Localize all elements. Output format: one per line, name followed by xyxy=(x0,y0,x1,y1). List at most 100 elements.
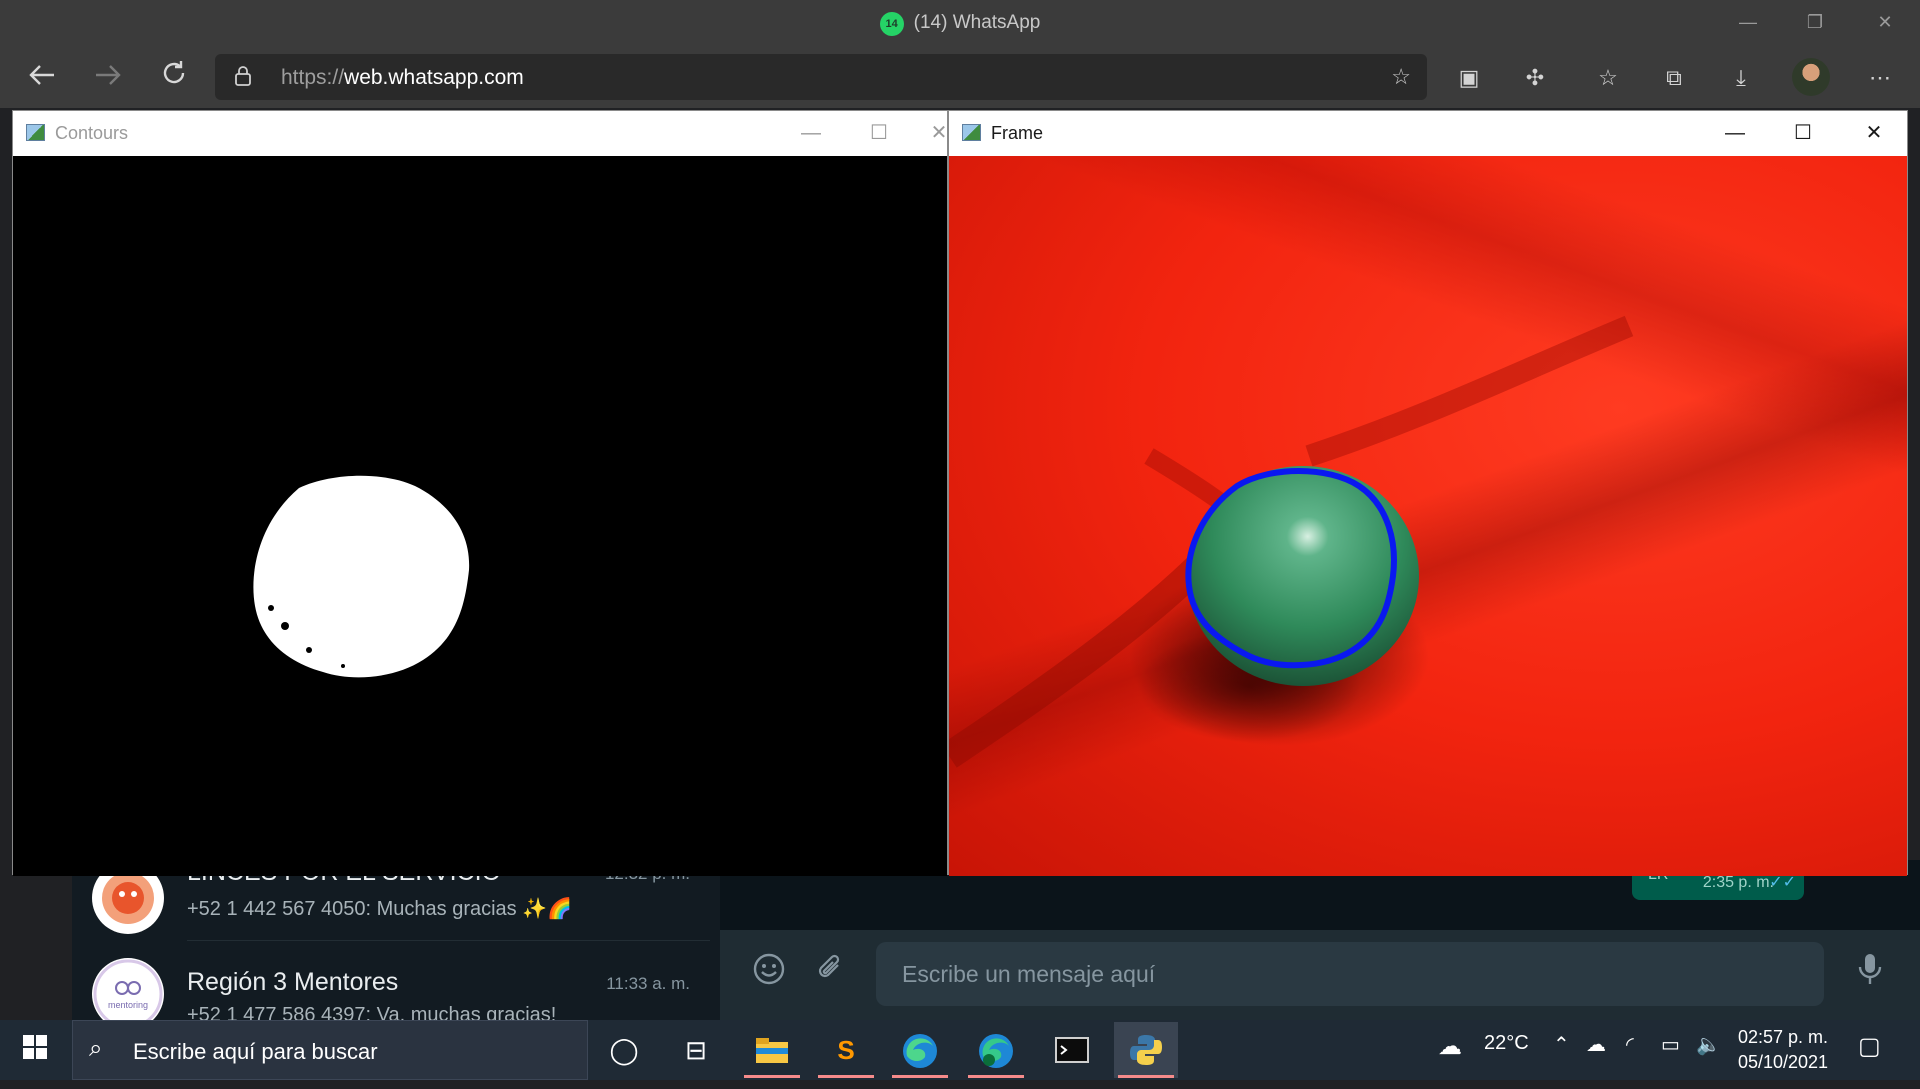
arrow-right-icon xyxy=(96,65,121,85)
browser-title-bar: 14 (14) WhatsApp — ❐ ✕ xyxy=(0,0,1920,50)
favorites-icon[interactable]: ☆ xyxy=(1590,60,1626,96)
paperclip-icon xyxy=(818,954,840,978)
clock-date: 05/10/2021 xyxy=(1737,1052,1829,1072)
emoji-button[interactable] xyxy=(747,952,791,996)
folder-icon xyxy=(756,1038,788,1063)
svg-text:mentoring: mentoring xyxy=(108,1000,148,1010)
url-text: https://web.whatsapp.com xyxy=(281,66,524,89)
opencv-window-icon xyxy=(962,124,981,141)
frame-title-bar: Frame — ☐ ✕ xyxy=(949,111,1907,156)
wifi-icon[interactable]: ◜ xyxy=(1626,1032,1634,1057)
extensions-icon[interactable]: ✣ xyxy=(1517,60,1553,96)
python-app[interactable] xyxy=(1114,1022,1178,1078)
contours-title: Contours xyxy=(55,123,129,143)
frame-window: Frame — ☐ ✕ xyxy=(941,110,1908,876)
window-title-text: (14) WhatsApp xyxy=(913,12,1041,33)
contours-maximize-button[interactable]: ☐ xyxy=(859,117,899,149)
close-button[interactable]: ✕ xyxy=(1862,8,1908,36)
active-app-indicator xyxy=(1118,1075,1174,1078)
chat-item-region3[interactable]: mentoring Región 3 Mentores 11:33 a. m. … xyxy=(72,948,720,1030)
active-app-indicator xyxy=(968,1075,1024,1078)
edge-icon xyxy=(903,1034,937,1068)
weather-temperature[interactable]: 22°C xyxy=(1484,1032,1529,1055)
speckle xyxy=(306,647,312,653)
edge-dev-app[interactable] xyxy=(964,1022,1028,1078)
chat-last-message: +52 1 442 567 4050: Muchas gracias ✨🌈 xyxy=(187,898,573,920)
system-clock[interactable]: 02:57 p. m. 05/10/2021 xyxy=(1728,1025,1838,1075)
frame-close-button[interactable]: ✕ xyxy=(1854,117,1894,149)
back-button[interactable] xyxy=(22,58,62,98)
battery-icon[interactable]: ▭ xyxy=(1661,1032,1680,1057)
whatsapp-icon: 14 xyxy=(879,12,904,36)
arrow-left-icon xyxy=(29,65,54,85)
active-app-indicator xyxy=(818,1075,874,1078)
frame-maximize-button[interactable]: ☐ xyxy=(1783,117,1823,149)
message-time: 2:35 p. m. xyxy=(1702,874,1774,891)
lock-icon xyxy=(235,66,251,86)
chat-time: 11:33 a. m. xyxy=(606,974,690,993)
speckle xyxy=(268,605,274,611)
python-icon xyxy=(1130,1035,1162,1065)
profile-avatar[interactable] xyxy=(1792,58,1830,96)
forward-button[interactable] xyxy=(88,58,128,98)
active-app-indicator xyxy=(892,1075,948,1078)
onedrive-icon[interactable]: ☁ xyxy=(1586,1032,1606,1057)
chat-divider xyxy=(187,940,710,941)
terminal-app[interactable] xyxy=(1040,1022,1104,1078)
file-explorer-app[interactable] xyxy=(740,1022,804,1078)
reload-button[interactable] xyxy=(154,58,194,98)
emoji-icon xyxy=(753,953,785,985)
microphone-icon xyxy=(1858,954,1882,984)
message-input-placeholder: Escribe un mensaje aquí xyxy=(902,961,1156,987)
speckle xyxy=(261,580,269,588)
more-options-icon[interactable]: ⋯ xyxy=(1862,60,1898,96)
weather-cloud-icon[interactable]: ☁ xyxy=(1438,1032,1462,1061)
frame-title: Frame xyxy=(991,123,1044,143)
clock-time: 02:57 p. m. xyxy=(1737,1027,1829,1047)
whatsapp-left-margin xyxy=(0,860,72,1020)
camera-frame-image xyxy=(941,315,1634,768)
windows-logo-icon xyxy=(23,1035,47,1059)
cortana-button[interactable]: ◯ xyxy=(592,1022,656,1078)
reload-icon xyxy=(163,61,185,84)
restore-button[interactable]: ❐ xyxy=(1792,8,1838,36)
collections-add-icon[interactable]: ⧉ xyxy=(1656,60,1692,96)
collections-icon[interactable]: ▣ xyxy=(1451,60,1487,96)
add-favorite-icon[interactable]: ☆ xyxy=(1391,64,1411,90)
message-bubble: LR 2:35 p. m. ✓✓ xyxy=(1632,866,1804,900)
terminal-icon xyxy=(1055,1037,1089,1063)
show-hidden-icons-chevron-up-icon[interactable]: ⌃ xyxy=(1553,1032,1570,1057)
edge-icon xyxy=(979,1034,1013,1068)
minimize-button[interactable]: — xyxy=(1725,8,1771,36)
chat-name: Región 3 Mentores xyxy=(187,968,399,996)
address-bar[interactable]: https://web.whatsapp.com ☆ xyxy=(215,54,1427,100)
opencv-window-icon xyxy=(26,124,45,141)
speckle xyxy=(408,659,414,665)
frame-minimize-button[interactable]: — xyxy=(1715,117,1755,149)
binary-mask-image xyxy=(253,475,470,678)
download-icon[interactable]: ⤓ xyxy=(1723,60,1759,96)
edge-app[interactable] xyxy=(888,1022,952,1078)
window-title: 14 (14) WhatsApp xyxy=(0,12,1920,36)
contours-window: Contours — ☐ ✕ xyxy=(12,110,948,876)
sublime-text-app[interactable]: S xyxy=(814,1022,878,1078)
taskbar-search-box[interactable]: ⌕ Escribe aquí para buscar xyxy=(72,1020,588,1080)
volume-icon[interactable]: 🔈 xyxy=(1696,1032,1721,1057)
active-app-indicator xyxy=(744,1075,800,1078)
contours-minimize-button[interactable]: — xyxy=(791,117,831,149)
taskbar-search-placeholder: Escribe aquí para buscar xyxy=(133,1039,378,1064)
attach-button[interactable] xyxy=(809,952,853,996)
contours-title-bar: Contours — ☐ ✕ xyxy=(13,111,947,156)
windows-start-button[interactable] xyxy=(12,1032,58,1068)
contours-close-button[interactable]: ✕ xyxy=(928,117,950,149)
white-blob xyxy=(253,475,470,678)
fold-shadow xyxy=(1305,315,1634,467)
action-center-icon[interactable]: ▢ xyxy=(1858,1032,1881,1061)
camera-frame-view xyxy=(941,156,1907,876)
task-view-button[interactable]: ⊟ xyxy=(664,1022,728,1078)
speckle xyxy=(341,664,345,668)
microphone-button[interactable] xyxy=(1848,952,1892,996)
search-icon: ⌕ xyxy=(89,1035,103,1062)
speckle xyxy=(281,622,289,630)
message-input[interactable]: Escribe un mensaje aquí xyxy=(876,942,1824,1006)
